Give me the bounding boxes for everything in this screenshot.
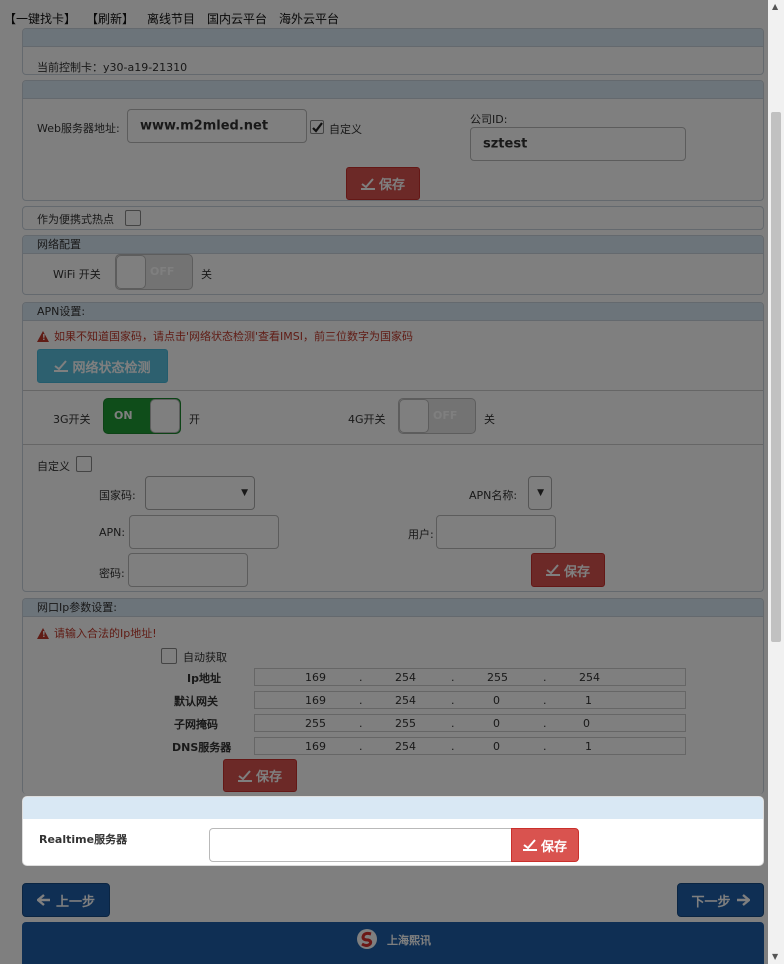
realtime-server-input[interactable] — [209, 828, 513, 862]
realtime-server-dialog: Realtime服务器 保存 — [22, 796, 764, 866]
vertical-scrollbar[interactable]: ▲ ▼ — [768, 0, 784, 964]
realtime-save-button[interactable]: 保存 — [511, 828, 579, 862]
scrollbar-thumb[interactable] — [771, 112, 781, 642]
scroll-down-icon[interactable]: ▼ — [772, 952, 778, 961]
realtime-server-label: Realtime服务器 — [39, 833, 128, 846]
dialog-header — [23, 797, 763, 819]
scroll-up-icon[interactable]: ▲ — [772, 2, 778, 11]
save-check-icon — [522, 839, 537, 851]
